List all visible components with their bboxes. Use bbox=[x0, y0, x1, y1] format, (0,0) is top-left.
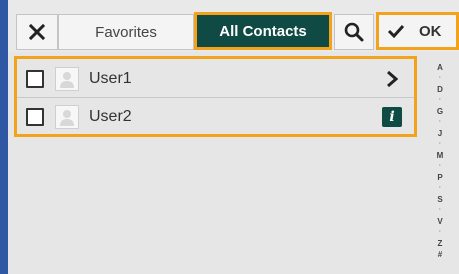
toolbar: Favorites All Contacts OK bbox=[8, 0, 459, 52]
index-letter[interactable]: V bbox=[437, 216, 442, 227]
window-frame-edge bbox=[0, 0, 8, 274]
row-divider bbox=[17, 97, 414, 98]
list-item-user2[interactable]: User2 i bbox=[17, 99, 414, 135]
index-letter[interactable]: J bbox=[438, 128, 442, 139]
close-button[interactable] bbox=[16, 14, 58, 50]
index-letter[interactable]: · bbox=[439, 205, 441, 216]
info-icon[interactable]: i bbox=[382, 107, 402, 127]
contact-list: User1 User2 i bbox=[14, 56, 417, 137]
index-letter[interactable]: A bbox=[437, 62, 443, 73]
ok-button[interactable]: OK bbox=[376, 12, 459, 50]
person-icon bbox=[60, 110, 74, 126]
person-icon bbox=[60, 72, 74, 88]
index-letter[interactable]: D bbox=[437, 84, 443, 95]
x-icon bbox=[29, 24, 45, 40]
index-letter[interactable]: · bbox=[439, 117, 441, 128]
chevron-right-icon[interactable] bbox=[382, 69, 402, 89]
tab-favorites[interactable]: Favorites bbox=[58, 14, 194, 50]
alphabet-index[interactable]: A · D · G · J · M · P · S · V · Z # bbox=[430, 62, 450, 268]
tab-all-contacts-label: All Contacts bbox=[219, 22, 307, 40]
index-letter[interactable]: P bbox=[437, 172, 442, 183]
tab-all-contacts[interactable]: All Contacts bbox=[194, 12, 332, 50]
tab-favorites-label: Favorites bbox=[95, 23, 157, 41]
index-letter[interactable]: M bbox=[437, 150, 444, 161]
avatar bbox=[55, 105, 79, 129]
contacts-screen: Favorites All Contacts OK User1 User2 i … bbox=[8, 0, 459, 274]
index-letter[interactable]: S bbox=[437, 194, 442, 205]
contact-name: User1 bbox=[89, 70, 132, 87]
index-letter[interactable]: · bbox=[439, 95, 441, 106]
search-button[interactable] bbox=[334, 14, 374, 50]
index-letter[interactable]: · bbox=[439, 73, 441, 84]
index-letter[interactable]: G bbox=[437, 106, 443, 117]
search-icon bbox=[344, 22, 364, 42]
select-checkbox[interactable] bbox=[26, 70, 44, 88]
ok-label: OK bbox=[419, 22, 442, 40]
avatar bbox=[55, 67, 79, 91]
index-letter[interactable]: · bbox=[439, 183, 441, 194]
contact-name: User2 bbox=[89, 108, 132, 125]
index-letter[interactable]: # bbox=[438, 249, 442, 260]
checkmark-icon bbox=[387, 24, 405, 38]
select-checkbox[interactable] bbox=[26, 108, 44, 126]
index-letter[interactable]: · bbox=[439, 161, 441, 172]
index-letter[interactable]: · bbox=[439, 227, 441, 238]
index-letter[interactable]: Z bbox=[438, 238, 443, 249]
list-item-user1[interactable]: User1 bbox=[17, 61, 414, 97]
index-letter[interactable]: · bbox=[439, 139, 441, 150]
